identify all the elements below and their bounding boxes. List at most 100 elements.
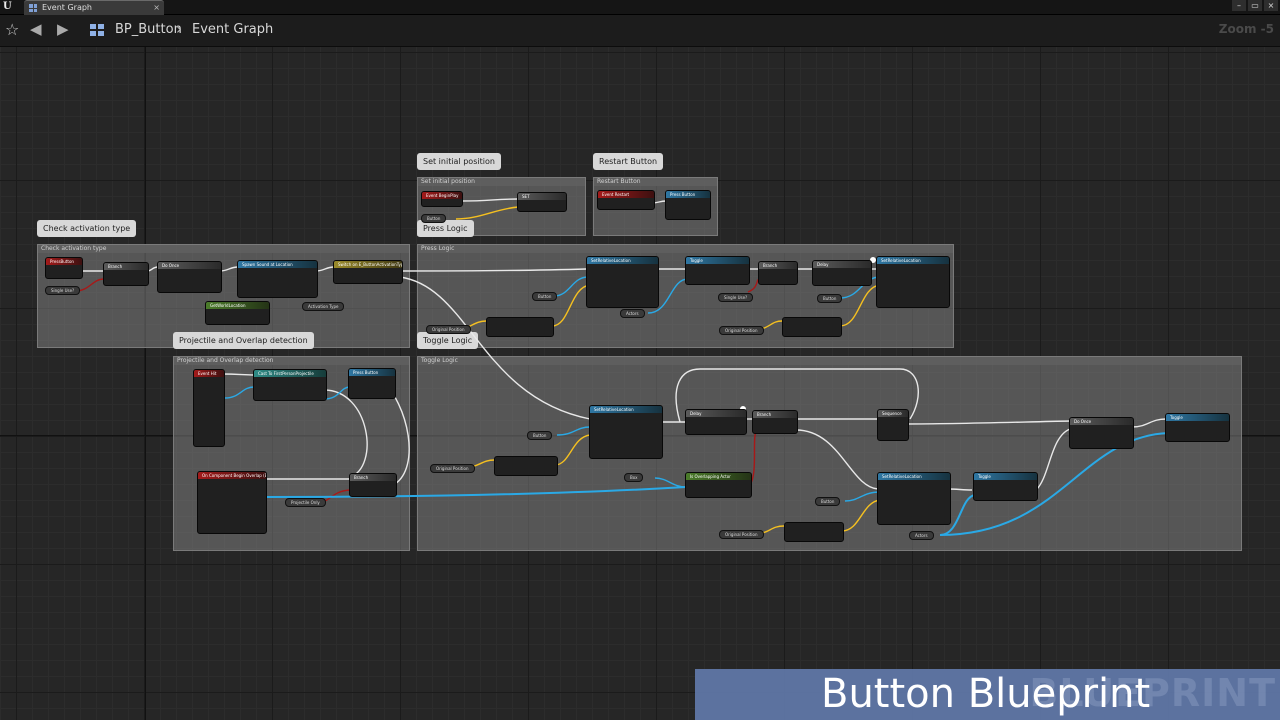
node-make-vector[interactable] — [486, 317, 554, 337]
object-wire — [263, 486, 687, 498]
back-arrow-icon[interactable]: ◀ — [30, 20, 42, 38]
vector-wire — [554, 434, 591, 466]
var-button[interactable]: Button — [532, 292, 558, 301]
node-spawn-sound[interactable]: Spawn Sound at Location — [237, 260, 318, 298]
breadcrumb-blueprint[interactable]: BP_Button — [115, 22, 182, 37]
node-title: Is Overlapping Actor — [686, 473, 751, 480]
wires-layer — [74, 198, 1169, 536]
node-make-vector-4[interactable] — [784, 522, 844, 542]
node-title: Spawn Sound at Location — [238, 261, 317, 268]
graph-toolbar: ☆ ◀ ▶ BP_Button › Event Graph Zoom -5 — [0, 15, 1280, 47]
node-title: GetWorldLocation — [206, 302, 269, 309]
node-title: Toggle — [974, 473, 1037, 480]
node-title: SetRelativeLocation — [590, 406, 662, 413]
object-wire — [556, 426, 591, 436]
node-make-vector-3[interactable] — [494, 456, 558, 476]
var-activation-type[interactable]: Activation Type — [302, 302, 345, 311]
node-title: SetRelativeLocation — [878, 473, 950, 480]
exec-wire — [399, 268, 587, 272]
vector-wire — [551, 284, 591, 327]
node-set[interactable]: SET — [517, 192, 567, 212]
vector-wire — [839, 284, 881, 327]
node-toggle-2[interactable]: Toggle — [1165, 413, 1230, 442]
node-title: Sequence — [878, 410, 908, 417]
var-original-position[interactable]: Original Position — [719, 530, 764, 539]
var-button[interactable]: Button — [817, 294, 843, 303]
node-event-restart[interactable]: Event Restart — [597, 190, 655, 210]
node-is-overlapping-actor[interactable]: Is Overlapping Actor — [685, 472, 752, 498]
unreal-logo-icon: U — [3, 1, 12, 12]
node-press-button-call[interactable]: Press Button — [665, 190, 711, 220]
window-controls: – ▭ × — [1232, 0, 1278, 12]
node-title: Cast To FirstPersonProjectile — [254, 370, 326, 377]
node-branch-press[interactable]: Branch — [758, 261, 798, 285]
var-original-position[interactable]: Original Position — [430, 464, 475, 473]
minimize-button[interactable]: – — [1232, 0, 1246, 11]
var-single-use[interactable]: Single Use? — [718, 293, 754, 302]
exec-wire — [460, 198, 519, 202]
exec-wire — [795, 429, 879, 490]
tab-event-graph[interactable]: Event Graph × — [24, 0, 164, 15]
node-press-button-call-2[interactable]: Press Button — [348, 368, 396, 399]
node-title: Delay — [686, 410, 746, 417]
node-set-relative-location-2[interactable]: SetRelativeLocation — [876, 256, 950, 308]
node-title: SetRelativeLocation — [587, 257, 658, 264]
forward-arrow-icon[interactable]: ▶ — [57, 20, 69, 38]
banner-title: Button Blueprint — [821, 671, 1151, 717]
node-cast-projectile[interactable]: Cast To FirstPersonProjectile — [253, 369, 327, 401]
node-get-world-location[interactable]: GetWorldLocation — [205, 301, 270, 325]
breadcrumb-event-graph[interactable]: Event Graph — [192, 22, 273, 37]
tab-close-icon[interactable]: × — [153, 1, 160, 15]
var-button[interactable]: Button — [815, 497, 841, 506]
node-sequence[interactable]: Sequence — [877, 409, 909, 441]
node-delay[interactable]: Delay — [812, 260, 872, 286]
var-box[interactable]: Box — [624, 473, 644, 482]
exec-wire — [1131, 418, 1167, 428]
node-do-once-2[interactable]: Do Once — [1069, 417, 1134, 449]
object-wire — [654, 477, 687, 488]
node-toggle[interactable]: Toggle — [685, 256, 750, 285]
exec-wire — [947, 488, 973, 491]
node-branch[interactable]: Branch — [103, 262, 149, 286]
node-title: PressButton — [46, 258, 82, 265]
node-title: SET — [518, 193, 566, 200]
vector-wire — [455, 206, 519, 220]
object-wire — [553, 276, 589, 297]
node-set-relative-location-4[interactable]: SetRelativeLocation — [877, 472, 951, 525]
node-title: Event BeginPlay — [422, 192, 462, 199]
node-press-button-event[interactable]: PressButton — [45, 257, 83, 279]
node-branch-toggle[interactable]: Branch — [752, 410, 798, 434]
tab-label: Event Graph — [42, 3, 92, 12]
var-projectile-only[interactable]: Projectile Only — [285, 498, 326, 507]
node-set-relative-location[interactable]: SetRelativeLocation — [586, 256, 659, 308]
close-button[interactable]: × — [1264, 0, 1278, 11]
node-on-component-overlap[interactable]: On Component Begin Overlap (Box) — [197, 471, 267, 534]
var-original-position[interactable]: Original Position — [426, 325, 471, 334]
var-actors[interactable]: Actors — [909, 531, 934, 540]
node-title: Event Restart — [598, 191, 654, 198]
node-branch-overlap[interactable]: Branch — [349, 473, 397, 497]
var-actors[interactable]: Actors — [620, 309, 645, 318]
node-title: Press Button — [349, 369, 395, 376]
node-title: Delay — [813, 261, 871, 268]
node-delay-2[interactable]: Delay — [685, 409, 747, 435]
graph-canvas[interactable]: Check activation type Set initial positi… — [0, 47, 1280, 720]
exec-wire — [1035, 428, 1071, 491]
var-button[interactable]: Button — [527, 431, 553, 440]
var-original-position[interactable]: Original Position — [719, 326, 764, 335]
node-do-once[interactable]: Do Once — [157, 261, 222, 293]
node-switch-activation[interactable]: Switch on E_ButtonActivationType — [333, 260, 403, 284]
node-title: Branch — [753, 411, 797, 418]
node-event-begin-play[interactable]: Event BeginPlay — [421, 191, 463, 207]
node-toggle-3[interactable]: Toggle — [973, 472, 1038, 501]
favorite-star-icon[interactable]: ☆ — [5, 20, 19, 39]
var-single-use[interactable]: Single Use? — [45, 286, 81, 295]
var-button[interactable]: Button — [421, 214, 447, 223]
node-event-hit[interactable]: Event Hit — [193, 369, 225, 447]
node-title: Press Button — [666, 191, 710, 198]
node-set-relative-location-3[interactable]: SetRelativeLocation — [589, 405, 663, 459]
node-make-vector-2[interactable] — [782, 317, 842, 337]
maximize-button[interactable]: ▭ — [1248, 0, 1262, 11]
graph-icon — [29, 4, 37, 12]
object-wire — [844, 491, 881, 502]
